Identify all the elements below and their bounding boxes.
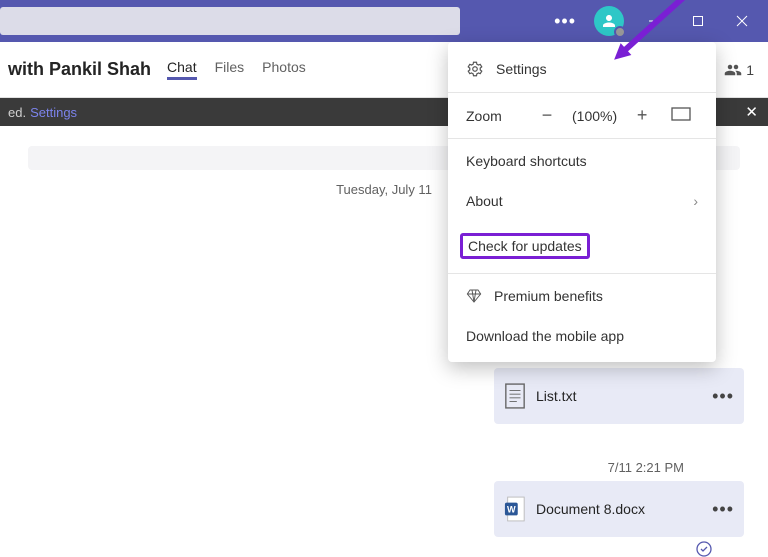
zoom-label: Zoom <box>466 108 526 124</box>
file-name: List.txt <box>536 388 576 404</box>
file-message[interactable]: List.txt ••• <box>494 368 744 424</box>
zoom-out-button[interactable]: − <box>534 105 560 126</box>
file-name: Document 8.docx <box>536 501 645 517</box>
settings-label: Settings <box>496 61 547 77</box>
word-file-icon: W <box>504 495 526 523</box>
mobile-app-item[interactable]: Download the mobile app <box>448 316 716 356</box>
banner-settings-link[interactable]: Settings <box>30 105 77 120</box>
search-input[interactable] <box>0 7 460 35</box>
chevron-right-icon: › <box>693 193 698 209</box>
banner-close-icon[interactable]: ✕ <box>745 103 758 121</box>
banner-text: ed. <box>8 105 26 120</box>
gear-icon <box>466 60 484 78</box>
text-file-icon <box>504 382 526 410</box>
about-item[interactable]: About› <box>448 181 716 221</box>
tab-chat[interactable]: Chat <box>167 59 197 80</box>
tab-photos[interactable]: Photos <box>262 59 306 80</box>
user-avatar[interactable] <box>594 6 624 36</box>
zoom-value: (100%) <box>568 108 621 124</box>
tab-files[interactable]: Files <box>215 59 245 80</box>
zoom-in-button[interactable]: + <box>629 105 655 126</box>
close-button[interactable] <box>720 0 764 42</box>
message-more-button[interactable]: ••• <box>712 386 734 407</box>
keyboard-shortcuts-item[interactable]: Keyboard shortcuts <box>448 141 716 181</box>
file-message[interactable]: W Document 8.docx ••• <box>494 481 744 537</box>
participant-count: 1 <box>746 62 754 78</box>
maximize-button[interactable] <box>676 0 720 42</box>
message-time: 7/11 2:21 PM <box>24 460 744 475</box>
participants-button[interactable]: 1 <box>724 61 754 79</box>
diamond-icon <box>466 288 482 304</box>
message-more-button[interactable]: ••• <box>712 499 734 520</box>
zoom-row: Zoom − (100%) + <box>448 95 716 136</box>
premium-item[interactable]: Premium benefits <box>448 276 716 316</box>
more-menu-button[interactable]: ••• <box>544 11 586 32</box>
presence-badge <box>614 26 626 38</box>
chat-title: with Pankil Shah <box>8 59 151 80</box>
check-updates-item[interactable]: Check for updates <box>448 221 716 271</box>
fullscreen-button[interactable] <box>671 107 691 124</box>
sent-check-icon <box>696 541 712 557</box>
svg-text:W: W <box>507 505 516 515</box>
settings-dropdown: Settings Zoom − (100%) + Keyboard shortc… <box>448 42 716 362</box>
settings-item[interactable]: Settings <box>448 48 716 90</box>
